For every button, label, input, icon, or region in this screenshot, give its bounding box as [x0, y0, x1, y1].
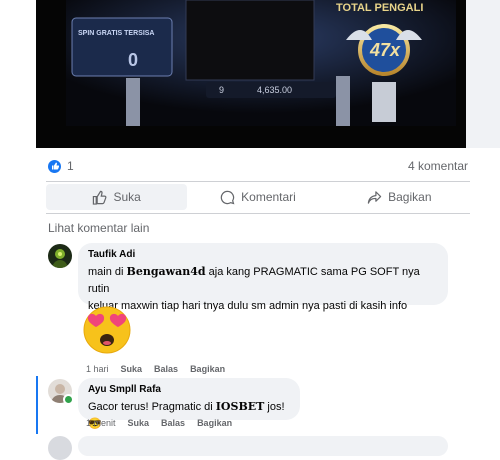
- total-multiplier-label: TOTAL PENGALI: [336, 2, 424, 14]
- multiplier-value: 47x: [370, 40, 401, 60]
- comment-time[interactable]: 1 menit: [86, 418, 116, 428]
- comment-text-bold: IOSBET: [215, 400, 265, 413]
- thumbs-up-icon: [93, 190, 107, 205]
- comment-button-label: Komentari: [241, 190, 296, 204]
- bet-value: 9: [219, 85, 225, 95]
- comment-reply-link[interactable]: Balas: [154, 364, 178, 374]
- avatar[interactable]: [48, 436, 72, 460]
- like-reaction-icon[interactable]: [48, 159, 61, 173]
- comment-time[interactable]: 1 hari: [86, 364, 109, 374]
- like-button-label: Suka: [113, 190, 141, 204]
- reaction-stats: 1 4 komentar: [48, 156, 468, 176]
- comment-reply-link[interactable]: Balas: [161, 418, 185, 428]
- divider: [46, 181, 470, 182]
- comment-meta: 1 menit Suka Balas Bagikan: [86, 418, 232, 428]
- comment-bubble: [78, 436, 448, 456]
- page-background: [466, 0, 500, 148]
- win-value: 4,635.00: [257, 85, 293, 95]
- comment-text-bold: Bengawan4d: [126, 265, 206, 278]
- divider: [46, 213, 470, 214]
- share-icon: [367, 190, 382, 204]
- comment-text-part: keluar maxwin tiap hari tnya dulu sm adm…: [88, 300, 408, 312]
- comment-author[interactable]: Taufik Adi: [88, 249, 438, 260]
- post-actions: Suka Komentari Bagikan: [46, 184, 470, 210]
- spin-label: SPIN GRATIS TERSISA: [78, 30, 155, 37]
- comment-meta: 1 hari Suka Balas Bagikan: [86, 364, 225, 374]
- comment-like-link[interactable]: Suka: [121, 364, 143, 374]
- view-more-comments-link[interactable]: Lihat komentar lain: [48, 221, 149, 235]
- like-count[interactable]: 1: [67, 159, 408, 173]
- online-status-dot: [63, 394, 74, 405]
- share-button[interactable]: Bagikan: [329, 184, 470, 210]
- comment-text-part: Gacor terus! Pragmatic di: [88, 401, 216, 413]
- avatar[interactable]: [48, 244, 72, 268]
- comment-like-link[interactable]: Suka: [128, 418, 150, 428]
- share-button-label: Bagikan: [388, 190, 432, 204]
- comment-share-link[interactable]: Bagikan: [197, 418, 232, 428]
- post-video[interactable]: SPIN GRATIS TERSISA 0 TOTAL PENGALI 47x …: [36, 0, 466, 148]
- comment-bubble: Taufik Adi main di Bengawan4d aja kang P…: [78, 243, 448, 312]
- heart-eyes-emoji-sticker: [83, 306, 131, 354]
- comment-text-part: jos!: [264, 401, 285, 413]
- comment-count[interactable]: 4 komentar: [408, 159, 468, 173]
- comment-share-link[interactable]: Bagikan: [190, 364, 225, 374]
- comment-button[interactable]: Komentari: [187, 184, 328, 210]
- spin-value: 0: [128, 50, 139, 70]
- comment-author[interactable]: Ayu Smpll Rafa: [88, 384, 290, 395]
- comment-text-part: main di: [88, 266, 127, 278]
- like-button[interactable]: Suka: [46, 184, 188, 210]
- slot-game-frame: [36, 0, 466, 148]
- thread-line: [36, 376, 38, 434]
- comment-text: main di Bengawan4d aja kang PRAGMATIC sa…: [88, 263, 438, 315]
- comment-icon: [220, 190, 235, 204]
- comment-bubble: Ayu Smpll Rafa Gacor terus! Pragmatic di…: [78, 378, 300, 430]
